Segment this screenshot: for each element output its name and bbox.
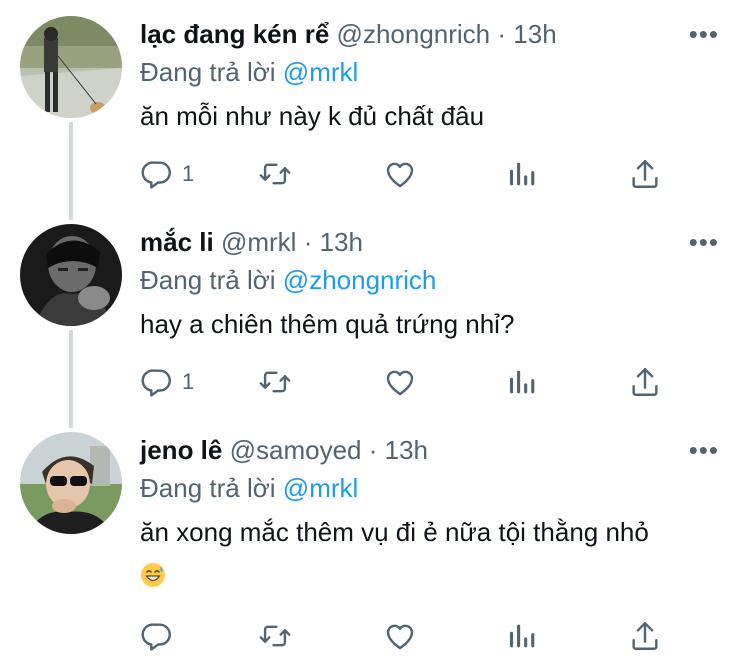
- retweet-button[interactable]: [258, 154, 292, 194]
- reply-button[interactable]: 1: [140, 154, 194, 194]
- replying-to-label: Đang trả lời: [140, 265, 276, 295]
- tweet-text: ăn mỗi như này k đủ chất đâu: [140, 101, 485, 131]
- tweet-text: ăn xong mắc thêm vụ đi ẻ nữa tội thằng n…: [140, 517, 649, 547]
- like-button[interactable]: [383, 362, 417, 402]
- user-handle[interactable]: @samoyed: [230, 435, 362, 465]
- reply-count: 1: [182, 161, 195, 186]
- share-button[interactable]: [628, 154, 662, 194]
- views-button[interactable]: [505, 154, 539, 194]
- tweet-text: hay a chiên thêm quả trứng nhỉ?: [140, 309, 515, 339]
- separator: ·: [303, 227, 313, 257]
- retweet-icon: [258, 365, 292, 399]
- share-icon: [628, 157, 662, 191]
- reply-button[interactable]: 1: [140, 362, 194, 402]
- views-button[interactable]: [505, 362, 539, 402]
- like-button[interactable]: [383, 154, 417, 194]
- timestamp[interactable]: 13h: [385, 435, 428, 465]
- reply-count: 1: [182, 369, 195, 394]
- tweet[interactable]: lạc đang kén rể @zhongnrich · 13h ••• Đa…: [0, 0, 749, 210]
- user-handle[interactable]: @mrkl: [221, 227, 297, 257]
- retweet-icon: [258, 619, 292, 653]
- timestamp[interactable]: 13h: [320, 227, 363, 257]
- separator: ·: [368, 435, 378, 465]
- heart-icon: [383, 157, 417, 191]
- separator: ·: [497, 19, 507, 49]
- views-icon: [505, 365, 539, 399]
- timestamp[interactable]: 13h: [513, 19, 556, 49]
- action-bar: [140, 616, 700, 656]
- more-options-icon[interactable]: •••: [689, 229, 719, 255]
- avatar[interactable]: [20, 224, 122, 326]
- display-name[interactable]: jeno lê: [140, 435, 222, 465]
- heart-icon: [383, 619, 417, 653]
- replying-to-label: Đang trả lời: [140, 57, 276, 87]
- mention-link[interactable]: @mrkl: [283, 57, 359, 87]
- share-button[interactable]: [628, 616, 662, 656]
- views-icon: [505, 157, 539, 191]
- reply-icon: [140, 365, 174, 399]
- share-button[interactable]: [628, 362, 662, 402]
- display-name[interactable]: lạc đang kén rể: [140, 19, 329, 49]
- tweet[interactable]: jeno lê @samoyed · 13h ••• Đang trả lời …: [0, 416, 749, 660]
- retweet-button[interactable]: [258, 616, 292, 656]
- avatar[interactable]: [20, 432, 122, 534]
- grinning-sweat-emoji: [140, 562, 166, 588]
- heart-icon: [383, 365, 417, 399]
- more-options-icon[interactable]: •••: [689, 21, 719, 47]
- share-icon: [628, 619, 662, 653]
- replying-to-label: Đang trả lời: [140, 473, 276, 503]
- reply-button[interactable]: [140, 616, 182, 656]
- avatar[interactable]: [20, 16, 122, 118]
- like-button[interactable]: [383, 616, 417, 656]
- retweet-icon: [258, 157, 292, 191]
- mention-link[interactable]: @zhongnrich: [283, 265, 437, 295]
- action-bar: 1: [140, 154, 700, 194]
- share-icon: [628, 365, 662, 399]
- views-icon: [505, 619, 539, 653]
- user-handle[interactable]: @zhongnrich: [337, 19, 491, 49]
- reply-icon: [140, 619, 174, 653]
- reply-icon: [140, 157, 174, 191]
- tweet[interactable]: mắc li @mrkl · 13h ••• Đang trả lời @zho…: [0, 208, 749, 418]
- retweet-button[interactable]: [258, 362, 292, 402]
- views-button[interactable]: [505, 616, 539, 656]
- mention-link[interactable]: @mrkl: [283, 473, 359, 503]
- more-options-icon[interactable]: •••: [689, 437, 719, 463]
- display-name[interactable]: mắc li: [140, 227, 214, 257]
- action-bar: 1: [140, 362, 700, 402]
